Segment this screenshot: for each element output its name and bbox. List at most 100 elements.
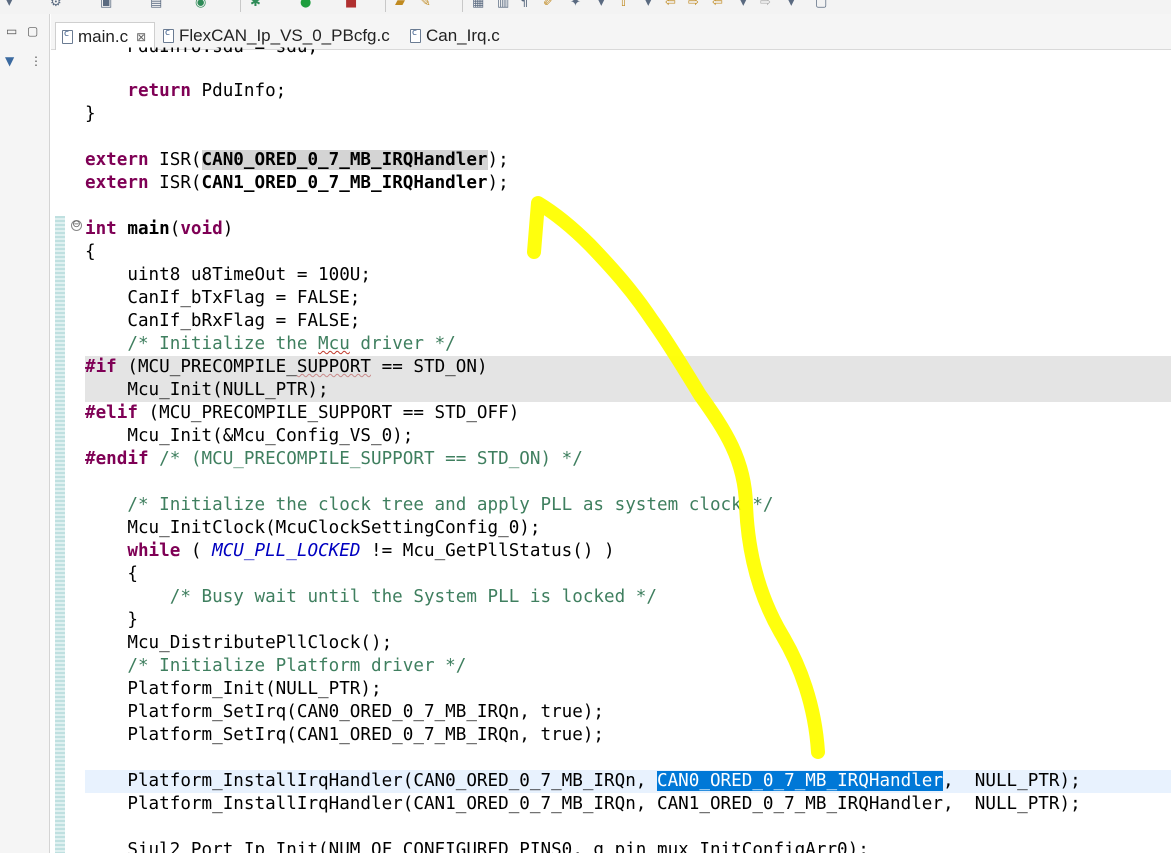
tab-flexcan-pbcfg[interactable]: FlexCAN_Ip_VS_0_PBcfg.c bbox=[159, 22, 390, 50]
selected-text[interactable]: CAN0_ORED_0_7_MB_IRQHandler bbox=[657, 771, 943, 791]
show-whitespace-icon[interactable]: ¶ bbox=[520, 0, 528, 12]
run-icon[interactable]: ● bbox=[300, 0, 311, 12]
minimized-side-panel: ▭ ▢ ▼ ⋮ bbox=[0, 14, 50, 853]
code-line: Mcu_DistributePllClock(); bbox=[85, 632, 1171, 655]
chevron-down-icon[interactable]: ▾ bbox=[740, 0, 747, 12]
active-preprocessor-line: Mcu_Init(NULL_PTR); bbox=[85, 379, 1171, 402]
code-line: Siul2_Port_Ip_Init(NUM_OF_CONFIGURED_PIN… bbox=[85, 839, 1171, 853]
code-line: Platform_InstallIrqHandler(CAN1_ORED_0_7… bbox=[85, 793, 1171, 816]
open-folder-icon[interactable]: ▰ bbox=[395, 0, 405, 12]
main-toolbar: ▾ ⚙ ▣ ▤ ◉ ✱ ● ■ ▰ ✎ ▦ ▥ ¶ ✐ ✦ ▾ ⇧ ▾ ⇦ ⇨ … bbox=[0, 0, 1171, 14]
isr-name[interactable]: CAN1_ORED_0_7_MB_IRQHandler bbox=[202, 173, 488, 193]
comment-text: /* (MCU_PRECOMPILE_SUPPORT == STD_ON) */ bbox=[148, 449, 583, 469]
chevron-down-icon[interactable]: ▾ bbox=[788, 0, 795, 12]
macro-name: MCU_PLL_LOCKED bbox=[212, 541, 361, 561]
current-line: Platform_InstallIrqHandler(CAN0_ORED_0_7… bbox=[85, 770, 1171, 793]
back-history-icon[interactable]: ⇦ bbox=[712, 0, 723, 12]
new-window-icon[interactable]: ▢ bbox=[815, 0, 827, 12]
debug-run-icon[interactable]: ✱ bbox=[250, 0, 261, 12]
code-text: ISR( bbox=[148, 173, 202, 193]
chevron-down-icon[interactable]: ▾ bbox=[645, 0, 652, 12]
comment-text: /* Busy wait until the System PLL is loc… bbox=[85, 587, 657, 607]
active-preprocessor-line: #if (MCU_PRECOMPILE_SUPPORT == STD_ON) bbox=[85, 356, 1171, 379]
code-line: #endif /* (MCU_PRECOMPILE_SUPPORT == STD… bbox=[85, 448, 1171, 471]
build-icon[interactable]: ▣ bbox=[100, 0, 112, 12]
code-editor[interactable]: PduInfo.sdu = sdu; return PduInfo; } ext… bbox=[85, 48, 1171, 853]
code-text: , NULL_PTR); bbox=[943, 771, 1081, 791]
code-text: CanIf_bRxFlag = FALSE; bbox=[85, 311, 361, 331]
code-text: ( bbox=[169, 219, 181, 239]
spelling-mark: Mcu bbox=[318, 334, 350, 354]
spelling-mark: SUPPORT bbox=[296, 357, 372, 377]
external-tools-icon[interactable]: ■ bbox=[345, 0, 357, 12]
code-line: extern ISR(CAN1_ORED_0_7_MB_IRQHandler); bbox=[85, 172, 1171, 195]
forward-history-icon[interactable]: ⇨ bbox=[760, 0, 771, 12]
c-file-icon bbox=[62, 29, 73, 44]
comment-line: /* Initialize the clock tree and apply P… bbox=[85, 494, 1171, 517]
toggle-block-icon[interactable]: ▥ bbox=[497, 0, 509, 12]
code-text: Platform_SetIrq(CAN1_ORED_0_7_MB_IRQn, t… bbox=[85, 725, 605, 745]
code-line: } bbox=[85, 609, 1171, 632]
comment-text: driver */ bbox=[349, 334, 456, 354]
code-text: Mcu_InitClock(McuClockSettingConfig_0); bbox=[85, 518, 541, 538]
code-text: ); bbox=[487, 150, 509, 170]
code-text: PduInfo; bbox=[190, 81, 287, 101]
last-edit-icon[interactable]: ⇧ bbox=[618, 0, 629, 12]
filter-icon[interactable]: ▼ bbox=[5, 54, 14, 68]
highlight-icon[interactable]: ✐ bbox=[543, 0, 554, 12]
forward-icon[interactable]: ⇨ bbox=[688, 0, 699, 12]
tab-label: FlexCAN_Ip_VS_0_PBcfg.c bbox=[179, 26, 390, 45]
function-name: main bbox=[116, 219, 170, 239]
comment-text: /* Initialize Platform driver */ bbox=[85, 656, 467, 676]
pin-icon[interactable]: ✎ bbox=[420, 0, 431, 12]
refresh-icon[interactable]: ◉ bbox=[195, 0, 206, 12]
code-line: { bbox=[85, 241, 1171, 264]
tab-can-irq[interactable]: Can_Irq.c bbox=[406, 22, 500, 50]
new-c-file-icon[interactable]: ▤ bbox=[150, 0, 162, 12]
restore-icon[interactable]: ▭ bbox=[6, 24, 17, 38]
code-text: ); bbox=[487, 173, 509, 193]
toolbar-dropdown-icon[interactable]: ▾ bbox=[6, 0, 13, 12]
editor-tab-bar: main.c ⊠ FlexCAN_Ip_VS_0_PBcfg.c Can_Irq… bbox=[51, 14, 1171, 50]
c-file-icon bbox=[163, 28, 174, 43]
debug-icon[interactable]: ⚙ bbox=[50, 0, 62, 12]
tab-main-c[interactable]: main.c ⊠ bbox=[55, 22, 155, 50]
code-text: } bbox=[85, 104, 96, 124]
toggle-mark-icon[interactable]: ▦ bbox=[472, 0, 484, 12]
tab-label: Can_Irq.c bbox=[426, 26, 500, 45]
code-text: ) bbox=[222, 219, 234, 239]
code-line: Mcu_InitClock(McuClockSettingConfig_0); bbox=[85, 517, 1171, 540]
collapse-icon[interactable]: ⊖ bbox=[71, 220, 82, 231]
code-line: uint8 u8TimeOut = 100U; bbox=[85, 264, 1171, 287]
keyword: extern bbox=[85, 150, 149, 170]
comment-line: /* Initialize the Mcu driver */ bbox=[85, 333, 1171, 356]
keyword: extern bbox=[85, 173, 149, 193]
code-line: int main(void) bbox=[85, 218, 1171, 241]
back-icon[interactable]: ⇦ bbox=[665, 0, 676, 12]
chevron-down-icon[interactable]: ▾ bbox=[598, 0, 605, 12]
close-icon[interactable]: ⊠ bbox=[136, 30, 146, 44]
code-line: } bbox=[85, 103, 1171, 126]
code-text: ( bbox=[180, 541, 213, 561]
c-file-icon bbox=[410, 28, 421, 43]
code-text: (MCU_PRECOMPILE_ bbox=[116, 357, 297, 377]
code-text: Platform_InstallIrqHandler(CAN0_ORED_0_7… bbox=[85, 771, 657, 791]
occurrence-highlight[interactable]: CAN0_ORED_0_7_MB_IRQHandler bbox=[201, 150, 488, 170]
code-text: } bbox=[85, 610, 138, 630]
code-text: { bbox=[85, 242, 96, 262]
code-text: Platform_InstallIrqHandler(CAN1_ORED_0_7… bbox=[85, 794, 1081, 814]
code-text: uint8 u8TimeOut = 100U; bbox=[85, 265, 371, 285]
code-text: Mcu_DistributePllClock(); bbox=[85, 633, 393, 653]
maximize-icon[interactable]: ▢ bbox=[27, 24, 38, 38]
code-line: while ( MCU_PLL_LOCKED != Mcu_GetPllStat… bbox=[85, 540, 1171, 563]
code-line: { bbox=[85, 563, 1171, 586]
keyword: return bbox=[127, 81, 191, 101]
view-menu-icon[interactable]: ⋮ bbox=[30, 54, 42, 68]
tab-label: main.c bbox=[78, 26, 129, 46]
code-text: != Mcu_GetPllStatus() ) bbox=[360, 541, 615, 561]
next-annotation-icon[interactable]: ✦ bbox=[570, 0, 581, 12]
comment-line: /* Initialize Platform driver */ bbox=[85, 655, 1171, 678]
